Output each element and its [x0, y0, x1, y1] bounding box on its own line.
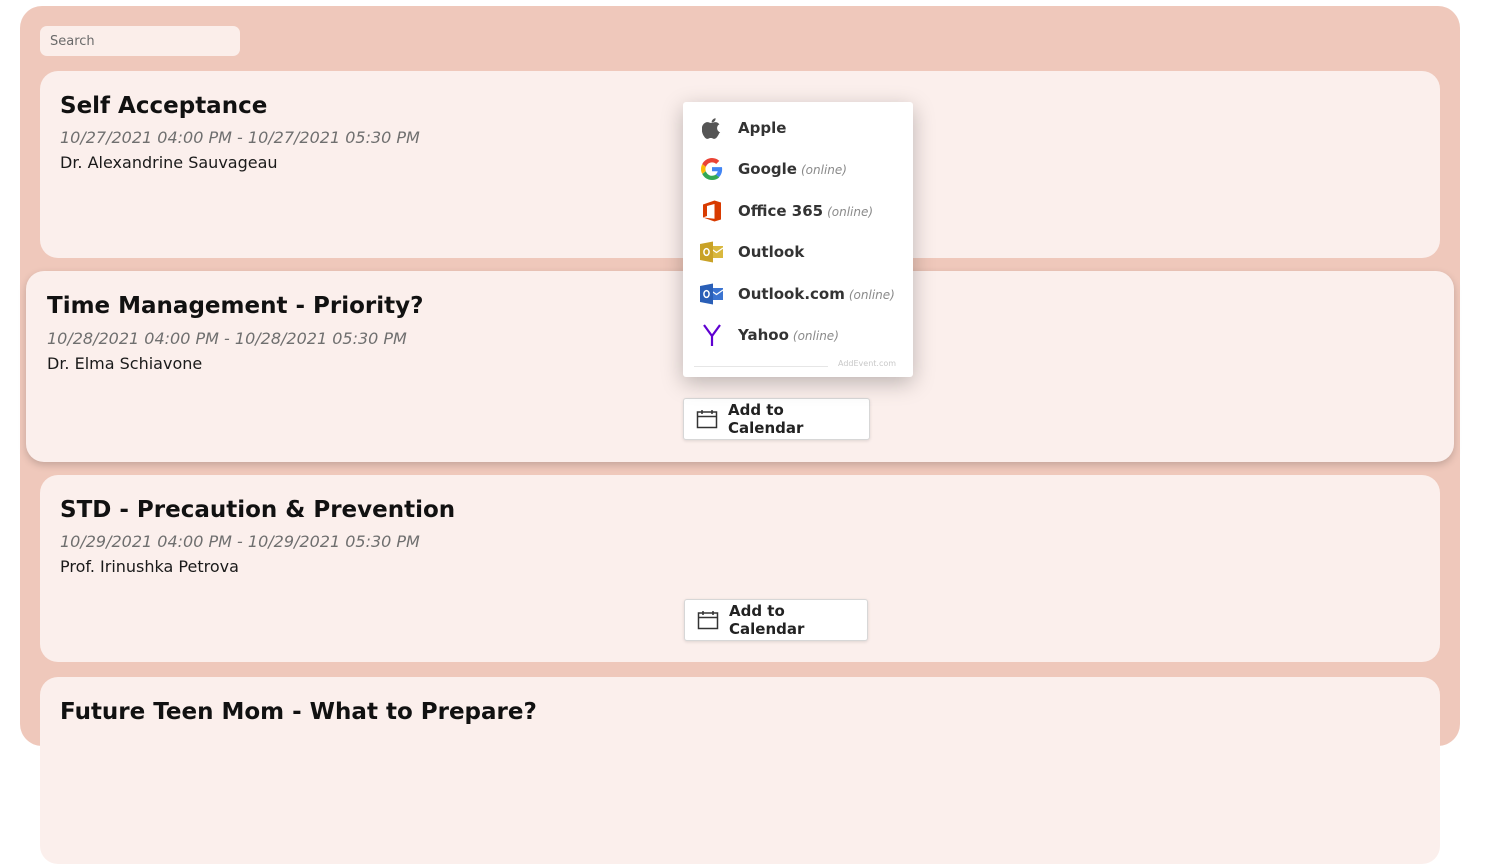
event-title: Time Management - Priority?: [47, 293, 424, 319]
event-presenter: Dr. Elma Schiavone: [47, 354, 203, 373]
event-dates: 10/28/2021 04:00 PM - 10/28/2021 05:30 P…: [47, 329, 407, 348]
calendar-options-dropdown: Apple Google (online) Office 365 (online) …: [683, 102, 913, 377]
event-card: STD - Precaution & Prevention 10/29/2021…: [40, 475, 1440, 662]
outlookcom-icon: [700, 282, 724, 306]
add-to-calendar-button[interactable]: Add to Calendar: [683, 398, 870, 440]
calendar-option-outlookcom[interactable]: Outlook.com (online): [683, 276, 913, 312]
calendar-option-label: Google (online): [738, 160, 847, 178]
calendar-icon: [697, 610, 719, 630]
calendar-option-label: Outlook.com (online): [738, 285, 895, 303]
google-icon: [700, 157, 724, 181]
event-title: Future Teen Mom - What to Prepare?: [60, 699, 537, 725]
event-dates: 10/29/2021 04:00 PM - 10/29/2021 05:30 P…: [60, 532, 420, 551]
calendar-option-label: Outlook: [738, 243, 805, 261]
calendar-option-outlook[interactable]: Outlook: [683, 234, 913, 270]
office365-icon: [700, 199, 724, 223]
outlook-icon: [700, 240, 724, 264]
event-presenter: Dr. Alexandrine Sauvageau: [60, 153, 278, 172]
calendar-option-label: Apple: [738, 119, 787, 137]
search-input[interactable]: [40, 26, 240, 56]
addevent-credit[interactable]: AddEvent.com: [838, 359, 896, 368]
apple-icon: [700, 116, 724, 140]
event-card: Future Teen Mom - What to Prepare?: [40, 677, 1440, 864]
calendar-option-label: Yahoo (online): [738, 326, 839, 344]
event-title: STD - Precaution & Prevention: [60, 497, 456, 523]
calendar-option-google[interactable]: Google (online): [683, 151, 913, 187]
event-title: Self Acceptance: [60, 93, 268, 119]
dropdown-divider: [694, 366, 828, 367]
event-dates: 10/27/2021 04:00 PM - 10/27/2021 05:30 P…: [60, 128, 420, 147]
add-to-calendar-label: Add to Calendar: [729, 602, 805, 638]
calendar-option-yahoo[interactable]: Yahoo (online): [683, 317, 913, 353]
calendar-option-office365[interactable]: Office 365 (online): [683, 193, 913, 229]
calendar-option-label: Office 365 (online): [738, 202, 874, 220]
add-to-calendar-label: Add to Calendar: [728, 401, 804, 437]
calendar-icon: [696, 409, 718, 429]
event-presenter: Prof. Irinushka Petrova: [60, 557, 239, 576]
add-to-calendar-button[interactable]: Add to Calendar: [684, 599, 868, 641]
calendar-option-apple[interactable]: Apple: [683, 110, 913, 146]
yahoo-icon: [700, 323, 724, 347]
